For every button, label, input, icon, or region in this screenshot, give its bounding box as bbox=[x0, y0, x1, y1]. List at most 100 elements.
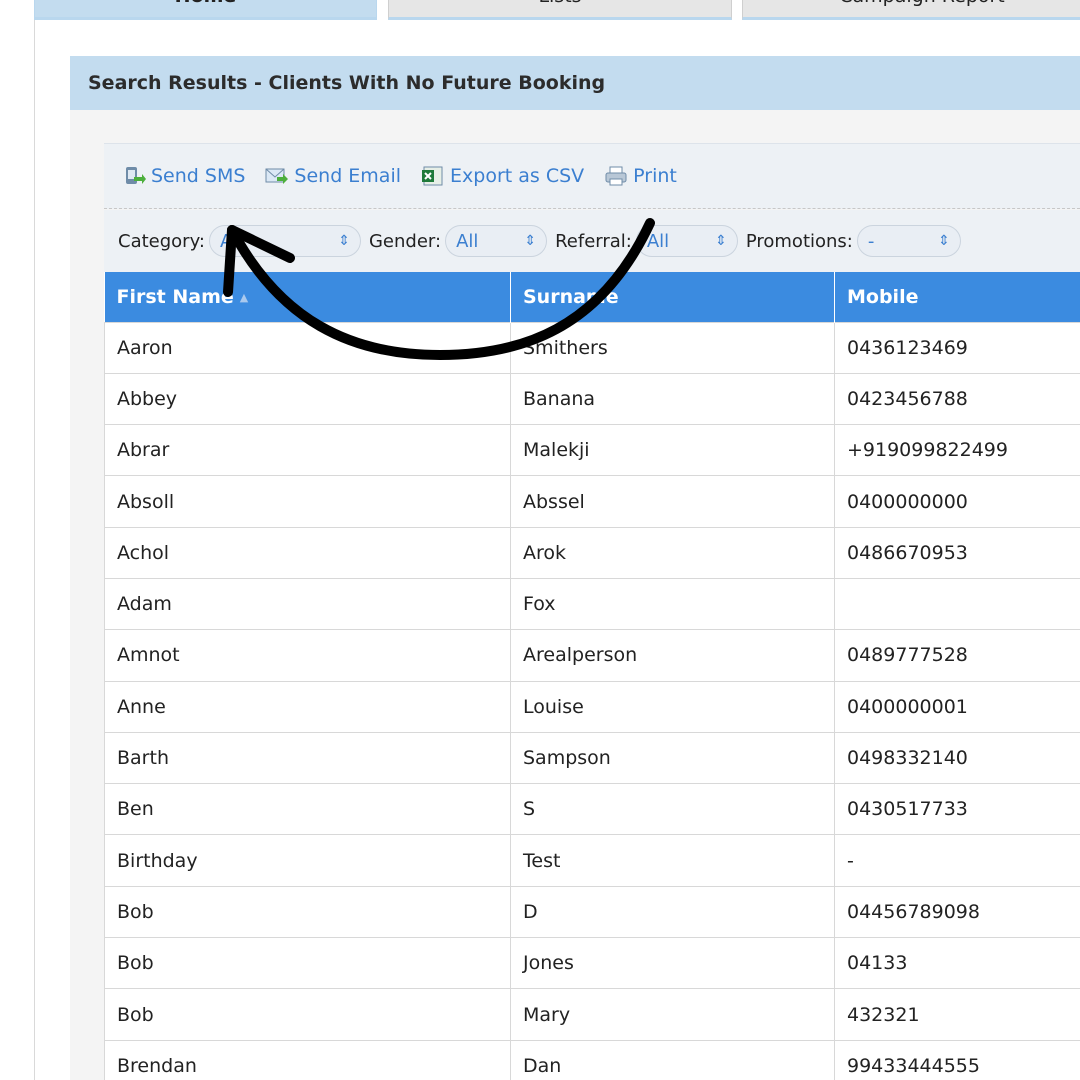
gender-label: Gender: bbox=[368, 230, 442, 252]
cell-mobile: 0486670953 bbox=[834, 526, 1080, 579]
cell-mobile: 0423456788 bbox=[834, 372, 1080, 426]
table-row[interactable]: Bob D 04456789098 bbox=[104, 885, 1080, 939]
clients-table: First Name ▲ Surname Mobile Aaron Smithers… bbox=[104, 272, 1080, 1080]
cell-surname: Louise bbox=[510, 680, 835, 733]
chevron-updown-icon: ⇕ bbox=[715, 233, 727, 249]
cell-first-name: Anne bbox=[104, 680, 511, 733]
promotions-value: - bbox=[867, 230, 875, 252]
cell-surname: Mary bbox=[510, 988, 835, 1041]
category-value: All bbox=[219, 230, 243, 252]
table-row[interactable]: Abbey Banana 0423456788 bbox=[104, 372, 1080, 426]
cell-first-name: Achol bbox=[104, 526, 511, 579]
cell-first-name: Birthday bbox=[104, 834, 511, 887]
cell-first-name: Barth bbox=[104, 731, 511, 785]
cell-mobile: 0436123469 bbox=[834, 321, 1080, 374]
cell-surname: D bbox=[510, 885, 835, 939]
cell-mobile: 0498332140 bbox=[834, 731, 1080, 785]
cell-surname: Banana bbox=[510, 372, 835, 426]
cell-first-name: Ben bbox=[104, 783, 511, 836]
cell-surname: Smithers bbox=[510, 321, 835, 374]
cell-surname: Arok bbox=[510, 526, 835, 579]
gender-value: All bbox=[456, 230, 479, 252]
sms-icon bbox=[122, 165, 146, 187]
cell-surname: Arealperson bbox=[510, 629, 835, 682]
column-header-first-name[interactable]: First Name ▲ bbox=[104, 272, 511, 322]
action-toolbar: Send SMS Send Email Export as CSV Print bbox=[104, 143, 1080, 209]
referral-select[interactable]: All ⇕ bbox=[635, 225, 738, 257]
cell-mobile: 04133 bbox=[834, 937, 1080, 990]
promotions-select[interactable]: - ⇕ bbox=[856, 225, 961, 257]
tab-lists[interactable]: Lists bbox=[388, 0, 732, 20]
table-row[interactable]: Abrar Malekji +919099822499 bbox=[104, 424, 1080, 477]
cell-first-name: Bob bbox=[104, 937, 511, 990]
excel-icon bbox=[421, 165, 445, 187]
table-row[interactable]: Anne Louise 0400000001 bbox=[104, 680, 1080, 733]
table-row[interactable]: Brendan Dan 99433444555 bbox=[104, 1039, 1080, 1080]
referral-label: Referral: bbox=[555, 230, 632, 252]
table-row[interactable]: Adam Fox bbox=[104, 577, 1080, 631]
send-email-button[interactable]: Send Email bbox=[265, 165, 401, 187]
cell-first-name: Aaron bbox=[104, 321, 511, 374]
filter-bar: Category: All ⇕ Gender: All ⇕ Referral: … bbox=[104, 210, 1080, 272]
gender-select[interactable]: All ⇕ bbox=[445, 225, 548, 257]
cell-surname: Dan bbox=[510, 1039, 835, 1080]
promotions-label: Promotions: bbox=[745, 230, 853, 252]
cell-surname: Fox bbox=[510, 577, 835, 631]
cell-first-name: Bob bbox=[104, 885, 511, 939]
cell-surname: Abssel bbox=[510, 475, 835, 528]
cell-first-name: Brendan bbox=[104, 1039, 511, 1080]
chevron-updown-icon: ⇕ bbox=[938, 233, 950, 249]
table-row[interactable]: Absoll Abssel 0400000000 bbox=[104, 475, 1080, 528]
chevron-updown-icon: ⇕ bbox=[524, 233, 537, 249]
cell-mobile: 04456789098 bbox=[834, 885, 1080, 939]
cell-surname: Test bbox=[510, 834, 835, 887]
table-header-row: First Name ▲ Surname Mobile bbox=[104, 272, 1080, 322]
panel-title: Search Results - Clients With No Future … bbox=[70, 56, 1080, 110]
cell-surname: Jones bbox=[510, 937, 835, 990]
print-button[interactable]: Print bbox=[604, 165, 677, 187]
cell-mobile: 0489777528 bbox=[834, 629, 1080, 682]
table-row[interactable]: Bob Mary 432321 bbox=[104, 988, 1080, 1041]
table-row[interactable]: Achol Arok 0486670953 bbox=[104, 526, 1080, 579]
table-row[interactable]: Aaron Smithers 0436123469 bbox=[104, 321, 1080, 374]
cell-mobile: 0430517733 bbox=[834, 783, 1080, 836]
email-icon bbox=[265, 165, 289, 187]
cell-mobile: 432321 bbox=[834, 988, 1080, 1041]
column-header-surname[interactable]: Surname bbox=[510, 272, 835, 322]
column-header-label: Mobile bbox=[847, 285, 919, 308]
tab-campaign-report[interactable]: Campaign Report bbox=[742, 0, 1080, 20]
column-header-label: First Name bbox=[116, 285, 234, 308]
cell-surname: Malekji bbox=[510, 424, 835, 477]
cell-mobile bbox=[834, 577, 1080, 631]
cell-first-name: Absoll bbox=[104, 475, 511, 528]
cell-mobile: - bbox=[834, 834, 1080, 887]
printer-icon bbox=[604, 165, 628, 187]
table-row[interactable]: Amnot Arealperson 0489777528 bbox=[104, 629, 1080, 682]
category-select[interactable]: All ⇕ bbox=[208, 225, 361, 257]
export-csv-button[interactable]: Export as CSV bbox=[421, 165, 584, 187]
print-label: Print bbox=[633, 165, 677, 187]
cell-first-name: Bob bbox=[104, 988, 511, 1041]
send-sms-button[interactable]: Send SMS bbox=[122, 165, 245, 187]
tab-home[interactable]: Home bbox=[34, 0, 377, 20]
tab-home-label: Home bbox=[35, 0, 376, 9]
tab-lists-label: Lists bbox=[389, 0, 731, 9]
category-label: Category: bbox=[118, 230, 205, 252]
table-row[interactable]: Ben S 0430517733 bbox=[104, 783, 1080, 836]
referral-value: All bbox=[646, 230, 670, 252]
cell-mobile: +919099822499 bbox=[834, 424, 1080, 477]
table-row[interactable]: Barth Sampson 0498332140 bbox=[104, 731, 1080, 785]
tab-bar: Home Lists Campaign Report bbox=[34, 0, 1080, 20]
cell-mobile: 99433444555 bbox=[834, 1039, 1080, 1080]
cell-first-name: Amnot bbox=[104, 629, 511, 682]
table-row[interactable]: Bob Jones 04133 bbox=[104, 937, 1080, 990]
tab-campaign-report-label: Campaign Report bbox=[743, 0, 1080, 9]
column-header-mobile[interactable]: Mobile bbox=[834, 272, 1080, 322]
cell-surname: Sampson bbox=[510, 731, 835, 785]
cell-first-name: Abbey bbox=[104, 372, 511, 426]
cell-first-name: Abrar bbox=[104, 424, 511, 477]
send-sms-label: Send SMS bbox=[151, 165, 246, 187]
cell-surname: S bbox=[510, 783, 835, 836]
table-row[interactable]: Birthday Test - bbox=[104, 834, 1080, 887]
send-email-label: Send Email bbox=[294, 165, 402, 187]
